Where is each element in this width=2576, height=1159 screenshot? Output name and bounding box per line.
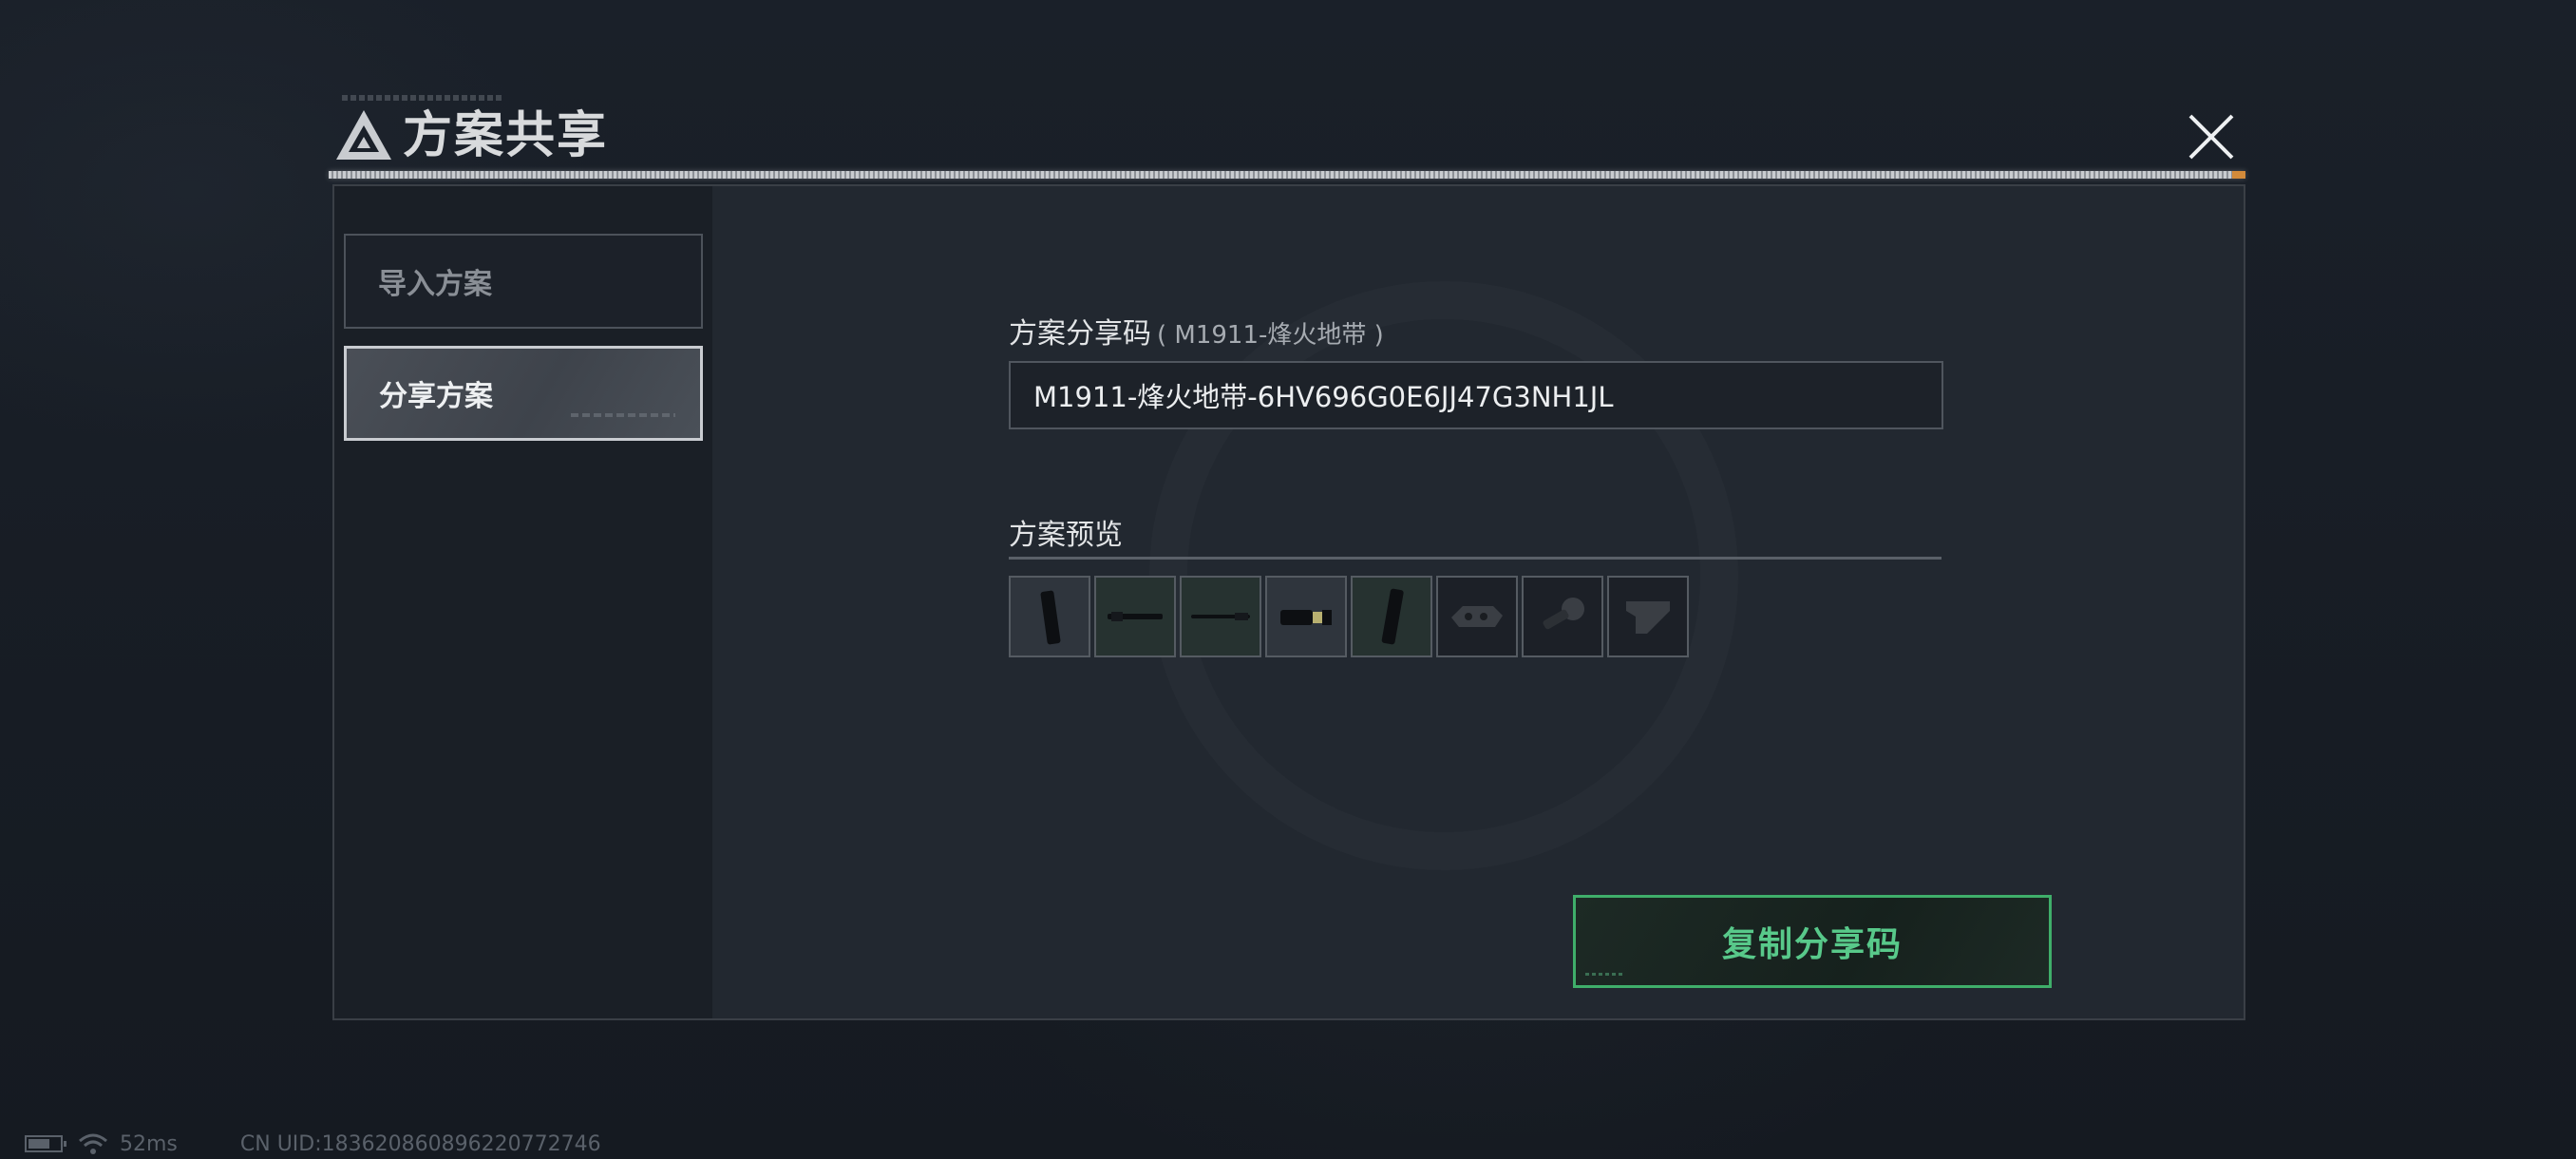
preview-item[interactable]	[1180, 576, 1261, 657]
battery-icon	[25, 1135, 66, 1152]
stock-part-icon	[1626, 601, 1670, 634]
preview-items	[1009, 576, 1689, 657]
preview-item[interactable]	[1094, 576, 1176, 657]
copy-button-label: 复制分享码	[1721, 925, 1903, 964]
sidebar-item-share-plan[interactable]: 分享方案	[344, 346, 703, 441]
header-divider-accent	[2232, 171, 2245, 179]
status-bar: 52ms CN UID:183620860896220772746	[25, 1129, 601, 1159]
preview-divider	[1009, 557, 1941, 560]
preview-item[interactable]	[1436, 576, 1518, 657]
triangle-logo-icon	[336, 110, 391, 160]
sight-part-icon	[1280, 610, 1332, 625]
user-uid: CN UID:183620860896220772746	[239, 1131, 601, 1156]
share-code-title: 方案分享码	[1009, 317, 1151, 351]
mount-part-icon	[1543, 598, 1584, 630]
preview-item[interactable]	[1607, 576, 1689, 657]
share-code-weapon: ( M1911-烽火地带 )	[1157, 321, 1384, 350]
preview-label: 方案预览	[1009, 519, 1123, 552]
preview-item[interactable]	[1009, 576, 1090, 657]
share-code-field[interactable]	[1009, 361, 1943, 429]
dialog-title: 方案共享	[403, 107, 609, 164]
sidebar: 导入方案 分享方案	[334, 186, 712, 1018]
latency-readout: 52ms	[120, 1131, 178, 1156]
screen: 方案共享 导入方案 分享方案 方案分享码( M1911-烽火地带 ) 方案预览	[0, 0, 2576, 1159]
close-icon[interactable]	[2181, 106, 2242, 167]
sidebar-item-label: 导入方案	[378, 268, 492, 301]
magazine-part-icon	[1381, 588, 1404, 645]
copy-share-code-button[interactable]: 复制分享码	[1573, 895, 2052, 988]
sidebar-item-import-plan[interactable]: 导入方案	[344, 234, 703, 329]
preview-item[interactable]	[1522, 576, 1603, 657]
wifi-icon	[79, 1133, 107, 1154]
preview-item[interactable]	[1265, 576, 1347, 657]
dialog-header: 方案共享	[329, 95, 2245, 177]
long-barrel-part-icon	[1191, 613, 1250, 620]
preview-item[interactable]	[1351, 576, 1432, 657]
sidebar-item-label: 分享方案	[379, 380, 493, 413]
magazine-part-icon	[1040, 590, 1061, 645]
grip-part-icon	[1451, 606, 1503, 627]
share-code-label: 方案分享码( M1911-烽火地带 )	[1009, 310, 1384, 352]
share-content: 方案分享码( M1911-烽火地带 ) 方案预览	[712, 186, 2244, 1018]
dialog-panel: 导入方案 分享方案 方案分享码( M1911-烽火地带 ) 方案预览	[332, 184, 2245, 1020]
header-divider	[329, 171, 2245, 179]
barrel-part-icon	[1108, 612, 1163, 621]
